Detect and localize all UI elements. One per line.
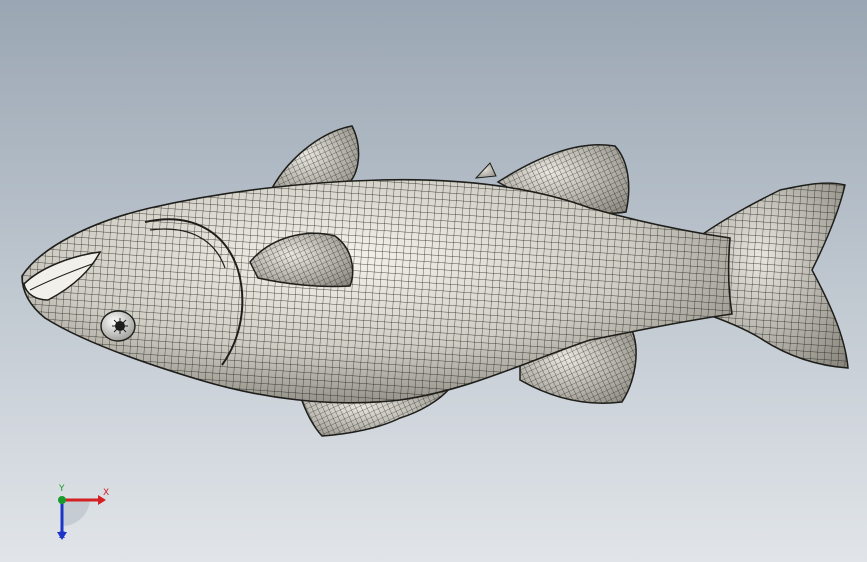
dorsal-spine	[474, 162, 497, 179]
graphics-viewport[interactable]: X Y Z	[0, 0, 867, 562]
fish-eye	[100, 310, 136, 342]
triad-x-label: X	[103, 488, 110, 498]
fish-model[interactable]	[0, 0, 867, 562]
triad-y-label: Y	[59, 484, 65, 494]
triad-z-label: Z	[59, 531, 66, 541]
